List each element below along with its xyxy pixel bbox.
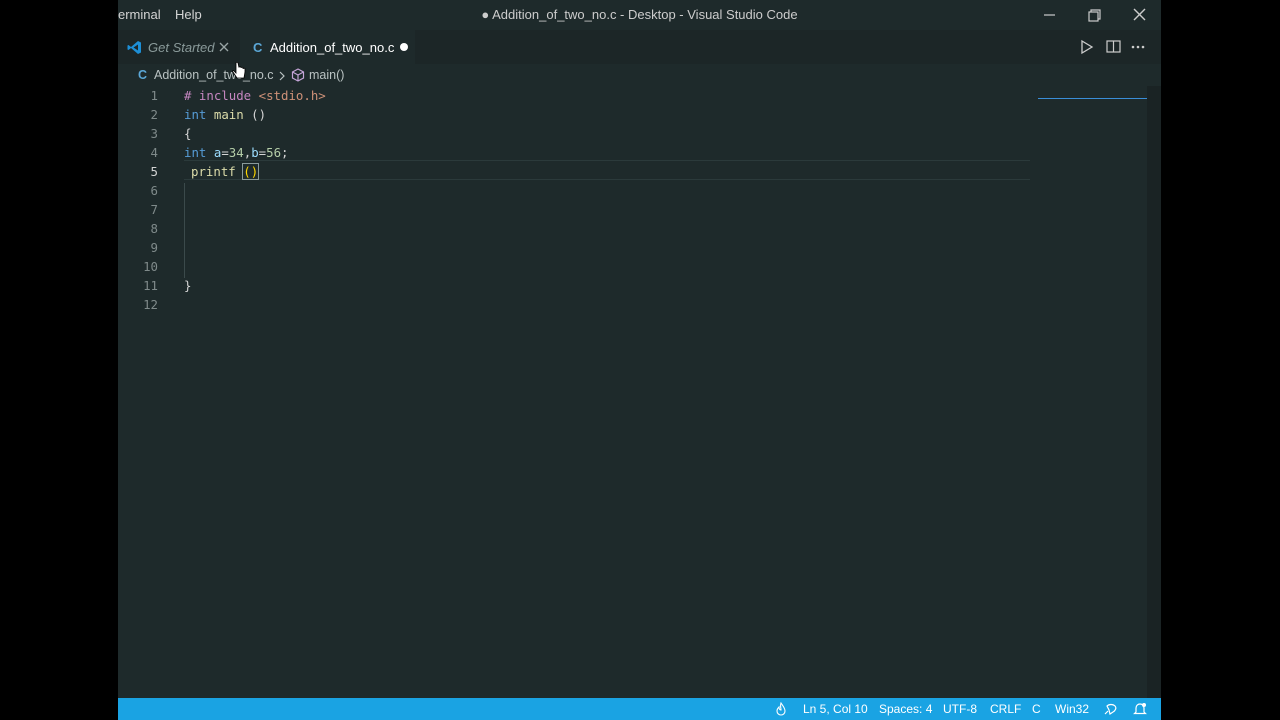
more-icon <box>1131 45 1145 49</box>
close-window-button[interactable] <box>1124 4 1154 26</box>
line-number: 2 <box>150 107 158 122</box>
hand-cursor-icon <box>232 62 246 79</box>
code-line-4: int a=34,b=56; <box>184 145 289 160</box>
current-line-highlight <box>184 160 1030 180</box>
split-editor-button[interactable] <box>1106 39 1121 59</box>
run-button[interactable] <box>1080 39 1094 60</box>
token-op: = <box>221 145 229 160</box>
restore-button[interactable] <box>1079 4 1109 26</box>
token-keyword: int <box>184 145 207 160</box>
minimap[interactable] <box>1038 86 1148 99</box>
token-function: printf <box>191 164 236 179</box>
token-number: 34 <box>228 145 244 160</box>
tab-label: Get Started <box>148 40 215 55</box>
platform[interactable]: Win32 <box>1055 702 1089 716</box>
token-punct: () <box>243 107 267 122</box>
c-file-icon: C <box>138 68 148 82</box>
tab-bar: Get Started C Addition_of_two_no.c <box>118 30 1161 64</box>
line-number: 8 <box>150 221 158 236</box>
token-var: b <box>251 145 259 160</box>
token-punct: ; <box>281 145 289 160</box>
close-icon <box>1133 8 1146 21</box>
line-number: 11 <box>143 278 158 293</box>
code-editor[interactable]: 1 2 3 4 5 6 7 8 9 10 11 12 # include <st… <box>118 86 1161 698</box>
breadcrumb: C Addition_of_two_no.c main() <box>118 64 1161 86</box>
minimize-button[interactable] <box>1034 4 1064 26</box>
tab-get-started[interactable]: Get Started <box>118 30 240 64</box>
more-actions-button[interactable] <box>1130 39 1146 60</box>
breadcrumb-symbol[interactable]: main() <box>309 68 344 82</box>
line-number: 4 <box>150 145 158 160</box>
symbol-method-icon <box>291 68 305 82</box>
minimize-icon <box>1044 14 1055 16</box>
token-op: = <box>258 145 267 160</box>
restore-icon <box>1088 9 1101 22</box>
line-number: 12 <box>143 297 158 312</box>
bell-icon[interactable] <box>1133 702 1147 716</box>
status-bar: Ln 5, Col 10 Spaces: 4 UTF-8 CRLF C Win3… <box>118 698 1161 720</box>
unsaved-dot-icon[interactable] <box>400 43 408 51</box>
token-header: <stdio.h> <box>258 88 326 103</box>
indent-guide <box>184 183 185 278</box>
tab-label: Addition_of_two_no.c <box>270 40 395 55</box>
window-title: ● Addition_of_two_no.c - Desktop - Visua… <box>481 7 798 22</box>
play-icon <box>1081 39 1094 55</box>
line-number: 5 <box>150 164 158 179</box>
language-mode[interactable]: C <box>1032 702 1041 716</box>
token-directive: # include <box>184 88 252 103</box>
tab-addition-of-two-no[interactable]: C Addition_of_two_no.c <box>240 30 415 64</box>
token-punct: } <box>184 278 192 293</box>
vscode-window: erminal Help ● Addition_of_two_no.c - De… <box>118 0 1161 720</box>
flame-icon[interactable] <box>775 702 787 716</box>
token-keyword: int <box>184 107 207 122</box>
token-function: main <box>213 107 244 122</box>
c-file-icon: C <box>253 40 263 55</box>
cursor-position[interactable]: Ln 5, Col 10 <box>803 702 868 716</box>
line-number: 9 <box>150 240 158 255</box>
split-icon <box>1106 40 1121 53</box>
line-number: 1 <box>150 88 158 103</box>
encoding[interactable]: UTF-8 <box>943 702 977 716</box>
line-number: 6 <box>150 183 158 198</box>
breadcrumb-file[interactable]: Addition_of_two_no.c <box>154 68 274 82</box>
title-bar: erminal Help ● Addition_of_two_no.c - De… <box>118 0 1161 30</box>
code-line-1: # include <stdio.h> <box>184 88 326 103</box>
feedback-icon[interactable] <box>1103 702 1117 716</box>
line-number: 3 <box>150 126 158 141</box>
token-punct: { <box>184 126 192 141</box>
code-line-5: printf () <box>191 163 260 180</box>
chevron-right-icon <box>279 71 285 81</box>
code-line-2: int main () <box>184 107 266 122</box>
line-ending[interactable]: CRLF <box>990 702 1021 716</box>
close-icon[interactable] <box>219 42 229 52</box>
code-line-3: { <box>184 126 191 141</box>
code-line-11: } <box>184 278 191 293</box>
line-number: 7 <box>150 202 158 217</box>
token-bracket-pair: () <box>242 163 260 180</box>
indentation[interactable]: Spaces: 4 <box>879 702 932 716</box>
vscode-icon <box>127 41 141 54</box>
line-number: 10 <box>143 259 158 274</box>
vertical-scrollbar[interactable] <box>1147 86 1161 698</box>
token-number: 56 <box>266 145 282 160</box>
